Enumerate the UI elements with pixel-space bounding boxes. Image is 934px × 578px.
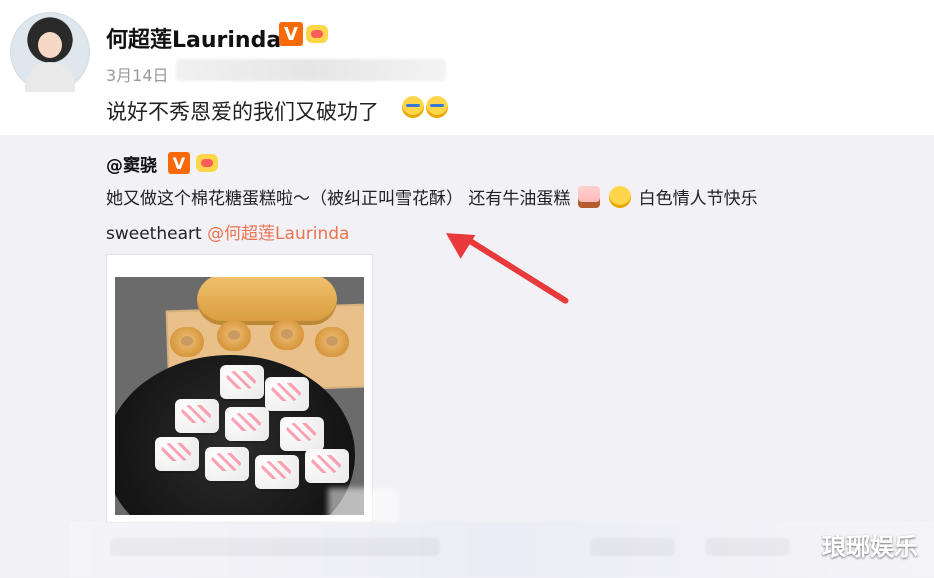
author-name[interactable]: 何超莲Laurinda — [106, 22, 281, 54]
verified-badge-icon: V — [279, 22, 303, 46]
avatar-face — [38, 32, 62, 58]
post-text: 说好不秀恩爱的我们又破功了 — [106, 100, 379, 124]
avatar-body — [25, 62, 75, 92]
verified-badge-icon: V — [168, 152, 190, 174]
post-date[interactable]: 3月14日 — [106, 62, 169, 86]
donut-pastry — [270, 320, 304, 350]
marshmallow-cake-piece — [175, 399, 219, 433]
repost-text-sweetheart: sweetheart — [106, 224, 202, 244]
marshmallow-cake-piece — [155, 437, 199, 471]
cake-emoji-icon — [577, 186, 600, 208]
repost-author-handle[interactable]: @窦骁 — [106, 151, 157, 176]
marshmallow-cake-piece — [255, 455, 299, 489]
blurred-footer-text — [110, 538, 440, 556]
watermark: 琅琊娱乐 — [822, 533, 918, 561]
blurred-footer-action — [705, 538, 790, 556]
marshmallow-cake-piece — [305, 449, 349, 483]
bread-loaf — [197, 277, 337, 325]
repost-text-suffix: 白色情人节快乐 — [638, 189, 758, 209]
crown-shape — [306, 25, 328, 43]
donut-pastry — [315, 327, 349, 357]
blurred-footer-action — [590, 538, 675, 556]
crown-icon — [196, 152, 218, 174]
crown-shape — [196, 154, 218, 172]
photo-content — [115, 277, 364, 515]
date-meta-blur — [176, 59, 446, 81]
repost-text-line-1: 她又做这个棉花糖蛋糕啦～（被纠正叫雪花酥） 还有牛油蛋糕 白色情人节快乐 — [106, 184, 758, 209]
donut-pastry — [170, 327, 204, 357]
blush-emoji-icon — [609, 186, 632, 208]
marshmallow-cake-piece — [265, 377, 309, 411]
crown-icon — [305, 22, 329, 46]
author-avatar[interactable] — [10, 12, 90, 92]
repost-text-prefix: 她又做这个棉花糖蛋糕啦～（被纠正叫雪花酥） 还有牛油蛋糕 — [106, 189, 571, 209]
marshmallow-cake-piece — [280, 417, 324, 451]
marshmallow-cake-piece — [220, 365, 264, 399]
mention-link[interactable]: @何超莲Laurinda — [207, 224, 349, 244]
donut-pastry — [217, 321, 251, 351]
marshmallow-cake-piece — [205, 447, 249, 481]
post-header: 何超莲Laurinda V 3月14日 说好不秀恩爱的我们又破功了 — [0, 0, 934, 135]
repost-photo[interactable] — [107, 255, 372, 522]
laugh-cry-emoji-icon — [402, 96, 424, 118]
marshmallow-cake-piece — [225, 407, 269, 441]
laugh-cry-emoji-icon — [426, 96, 448, 118]
repost-text-line-2: sweetheart @何超莲Laurinda — [106, 219, 349, 244]
